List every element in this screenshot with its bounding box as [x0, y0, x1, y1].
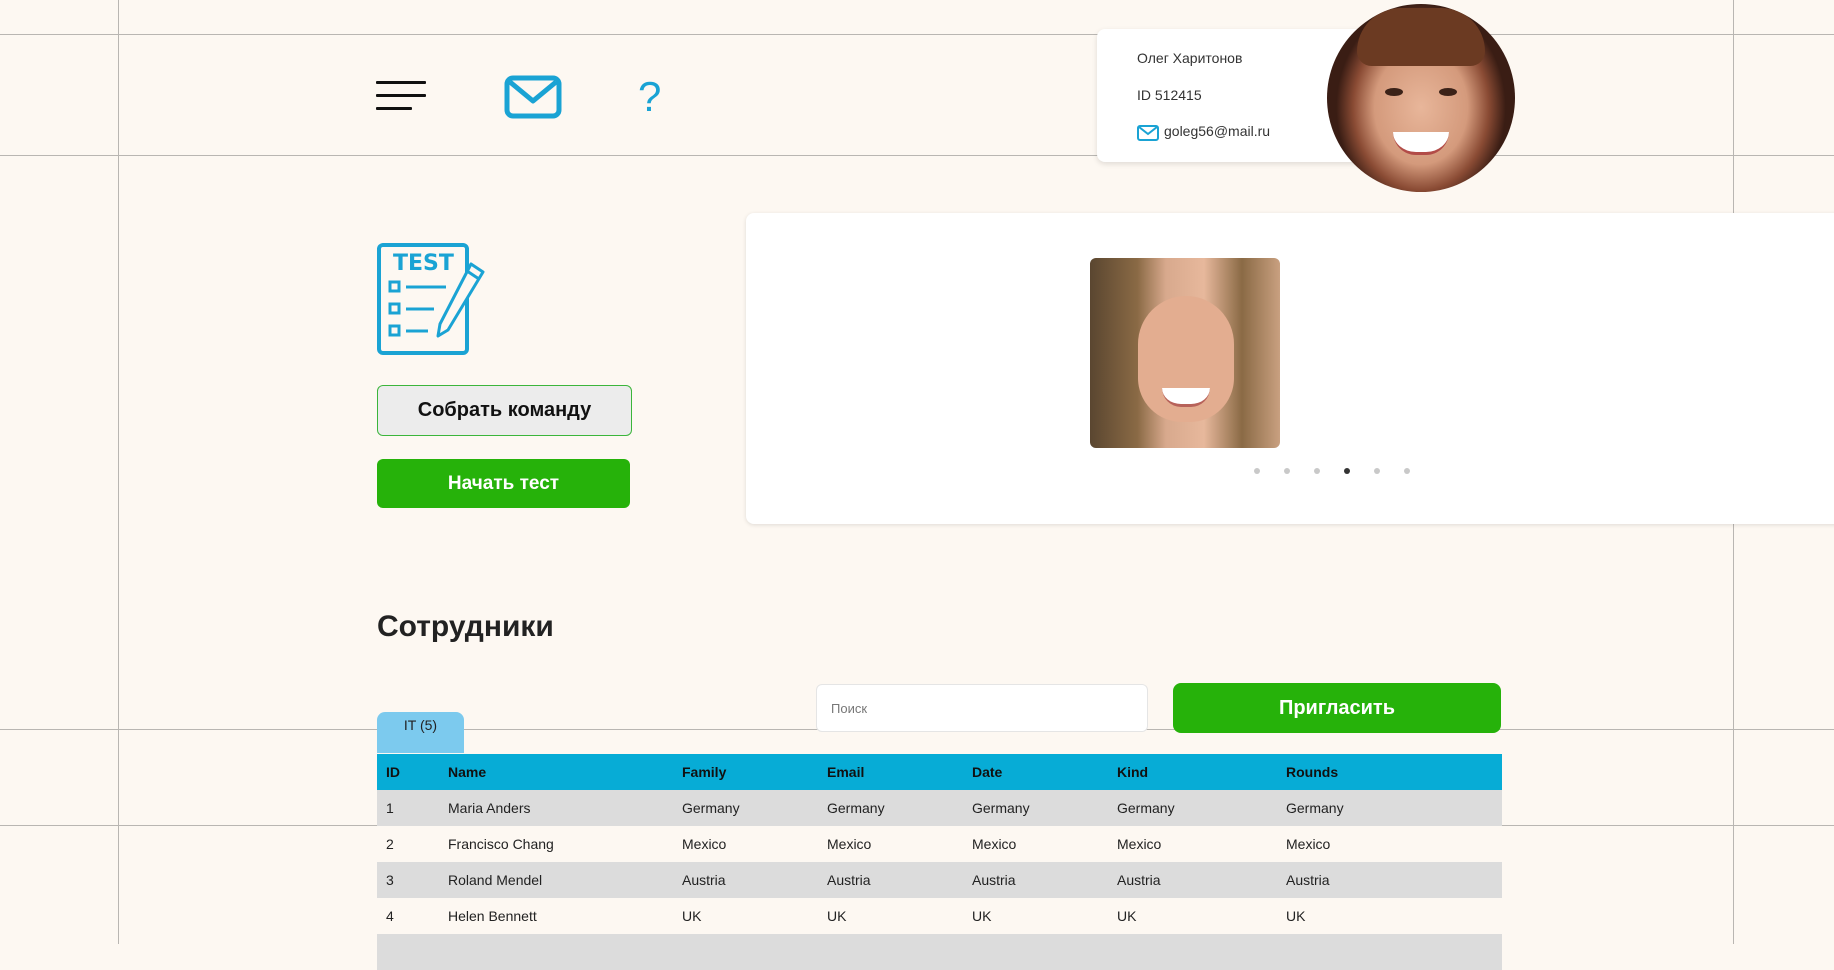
start-test-button[interactable]: Начать тест [377, 459, 630, 508]
section-title: Сотрудники [377, 610, 554, 643]
test-clipboard-icon: TEST [377, 243, 485, 355]
grid-line [0, 155, 1834, 156]
table-row[interactable] [377, 934, 1502, 970]
cell-rounds: UK [1277, 898, 1502, 934]
photo-slider [746, 213, 1834, 524]
column-header-kind[interactable]: Kind [1108, 754, 1277, 790]
table-header-row: ID Name Family Email Date Kind Rounds [377, 754, 1502, 790]
invite-button[interactable]: Пригласить [1173, 683, 1501, 733]
cell-id: 4 [377, 898, 439, 934]
cell-rounds [1277, 934, 1502, 970]
help-icon[interactable]: ? [638, 72, 661, 122]
table-row[interactable]: 1 Maria Anders Germany Germany Germany G… [377, 790, 1502, 826]
cell-family: UK [673, 898, 818, 934]
cell-name [439, 934, 673, 970]
column-header-name[interactable]: Name [439, 754, 673, 790]
cell-kind: Mexico [1108, 826, 1277, 862]
slider-dot[interactable] [1254, 468, 1260, 474]
cell-id: 3 [377, 862, 439, 898]
staff-table: ID Name Family Email Date Kind Rounds 1 … [377, 754, 1502, 970]
table-row[interactable]: 4 Helen Bennett UK UK UK UK UK [377, 898, 1502, 934]
column-header-family[interactable]: Family [673, 754, 818, 790]
cell-name: Helen Bennett [439, 898, 673, 934]
hamburger-menu-icon[interactable] [376, 81, 426, 113]
cell-family: Austria [673, 862, 818, 898]
cell-id: 1 [377, 790, 439, 826]
cell-name: Francisco Chang [439, 826, 673, 862]
column-header-email[interactable]: Email [818, 754, 963, 790]
slider-dot-active[interactable] [1344, 468, 1350, 474]
cell-family: Mexico [673, 826, 818, 862]
search-input[interactable] [816, 684, 1148, 732]
cell-name: Maria Anders [439, 790, 673, 826]
cell-date: UK [963, 898, 1108, 934]
column-header-date[interactable]: Date [963, 754, 1108, 790]
profile-email: goleg56@mail.ru [1164, 123, 1271, 139]
cell-family: Germany [673, 790, 818, 826]
cell-kind: UK [1108, 898, 1277, 934]
cell-date: Austria [963, 862, 1108, 898]
cell-email [818, 934, 963, 970]
slider-dot[interactable] [1404, 468, 1410, 474]
cell-id [377, 934, 439, 970]
slider-dot[interactable] [1314, 468, 1320, 474]
cell-date [963, 934, 1108, 970]
profile-id: ID 512415 [1137, 87, 1202, 103]
cell-name: Roland Mendel [439, 862, 673, 898]
slide-photo[interactable] [1090, 258, 1280, 448]
cell-kind [1108, 934, 1277, 970]
cell-date: Mexico [963, 826, 1108, 862]
slider-dot[interactable] [1374, 468, 1380, 474]
cell-kind: Germany [1108, 790, 1277, 826]
email-icon [1137, 125, 1159, 141]
profile-name: Олег Харитонов [1137, 50, 1243, 66]
cell-rounds: Austria [1277, 862, 1502, 898]
cell-email: Germany [818, 790, 963, 826]
svg-text:TEST: TEST [393, 251, 454, 276]
envelope-icon[interactable] [504, 75, 562, 119]
cell-family [673, 934, 818, 970]
cell-date: Germany [963, 790, 1108, 826]
grid-line [0, 34, 1834, 35]
cell-rounds: Mexico [1277, 826, 1502, 862]
avatar[interactable] [1327, 4, 1515, 192]
table-row[interactable]: 3 Roland Mendel Austria Austria Austria … [377, 862, 1502, 898]
cell-kind: Austria [1108, 862, 1277, 898]
slider-dot[interactable] [1284, 468, 1290, 474]
grid-line [118, 0, 119, 944]
slider-dots [1254, 468, 1410, 474]
cell-email: Austria [818, 862, 963, 898]
assemble-team-button[interactable]: Собрать команду [377, 385, 632, 436]
column-header-id[interactable]: ID [377, 754, 439, 790]
cell-id: 2 [377, 826, 439, 862]
table-row[interactable]: 2 Francisco Chang Mexico Mexico Mexico M… [377, 826, 1502, 862]
cell-rounds: Germany [1277, 790, 1502, 826]
column-header-rounds[interactable]: Rounds [1277, 754, 1502, 790]
cell-email: UK [818, 898, 963, 934]
tab-it-group[interactable]: IT (5) [377, 712, 464, 753]
cell-email: Mexico [818, 826, 963, 862]
